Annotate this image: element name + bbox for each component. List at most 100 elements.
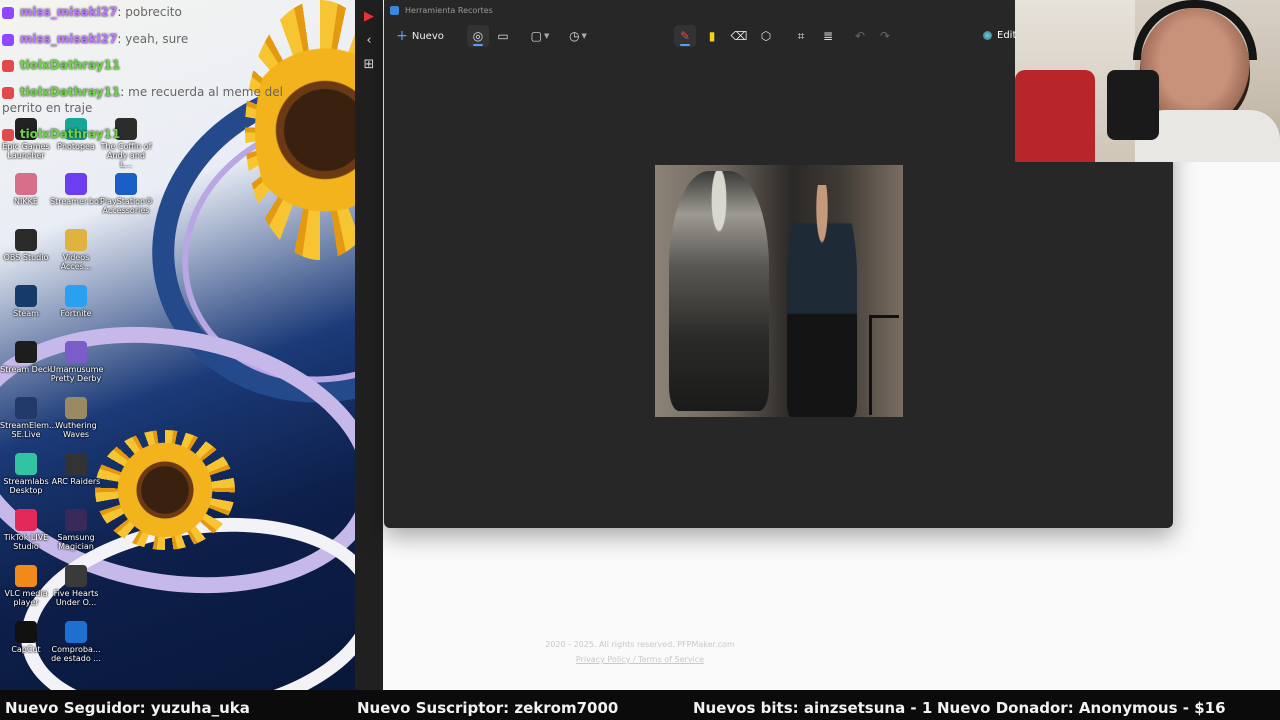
desktop-shortcut[interactable]: OBS Studio — [0, 229, 52, 262]
desktop-shortcut[interactable]: Streamlabs Desktop — [0, 453, 52, 495]
video-mode-icon[interactable]: ▭ — [492, 25, 514, 47]
new-snip-button[interactable]: + Nuevo — [394, 25, 446, 47]
desktop-shortcut[interactable]: TikTok LIVE Studio — [0, 509, 52, 551]
desktop-shortcut-label: OBS Studio — [3, 253, 49, 262]
desktop-shortcut[interactable]: Videos Acces... — [50, 229, 102, 271]
desktop-shortcut-label: Stream Deck — [0, 365, 52, 374]
highlighter-icon[interactable]: ▮ — [701, 25, 723, 47]
desktop-shortcut[interactable]: Fortnite — [50, 285, 102, 318]
desktop-shortcut[interactable]: Stream Deck — [0, 341, 52, 374]
chat-text: pobrecito — [125, 5, 182, 19]
chevron-down-icon: ▼ — [581, 32, 587, 40]
desktop-shortcut-label: Videos Acces... — [60, 253, 92, 271]
edit-button[interactable]: Edit — [983, 30, 1016, 41]
desktop-shortcut[interactable]: The Coffin of Andy and L... — [100, 118, 152, 169]
footer-copyright: 2020 - 2025. All rights reserved. PFPMak… — [545, 640, 735, 649]
screen: Epic Games Launcher Photopea The Coffin of… — [0, 0, 1280, 720]
chat-message: tiolxDathray11 — [2, 127, 120, 141]
desktop-shortcut-label: VLC media player — [4, 589, 48, 607]
playstation-icon — [115, 173, 137, 195]
timer-icon: ◷ — [569, 29, 580, 43]
badge-icon — [2, 86, 14, 99]
desktop-shortcut[interactable]: NIKKE — [0, 173, 52, 206]
desktop-shortcut-label: Comproba... de estado ... — [51, 645, 101, 663]
streamelements-icon — [15, 397, 37, 419]
shapes-icon[interactable]: ⬡ — [755, 25, 777, 47]
sunflower — [105, 440, 225, 540]
badge-icon — [2, 59, 14, 72]
desktop-shortcut-label: PlayStation® Accessories — [100, 197, 154, 215]
text-actions-icon[interactable]: ≣ — [817, 25, 839, 47]
desktop-shortcut[interactable]: Comproba... de estado ... — [50, 621, 102, 663]
desktop-shortcut-label: Photopea — [57, 142, 95, 151]
desktop-shortcut-label: Wuthering Waves — [55, 421, 97, 439]
chat-username: tiolxDathray11 — [19, 127, 121, 141]
desktop-shortcut[interactable]: Streamer.bot — [50, 173, 102, 206]
screenshot-mode-icon[interactable]: ◎ — [467, 25, 489, 47]
chat-message: miss_misaki27: yeah, sure — [2, 32, 188, 46]
desktop-shortcut[interactable]: Wuthering Waves — [50, 397, 102, 439]
youtube-icon[interactable]: ▶ — [359, 6, 379, 26]
window-title: Herramienta Recortes — [405, 5, 493, 15]
badge-icon — [2, 128, 14, 141]
snipping-tool-icon — [390, 5, 399, 15]
desktop-shortcut-label: Samsung Magician — [57, 533, 95, 551]
timer-dropdown[interactable]: ◷ ▼ — [564, 25, 592, 47]
desktop-shortcut[interactable]: ARC Raiders — [50, 453, 102, 486]
webcam-overlay — [1015, 0, 1280, 162]
desktop-shortcut[interactable]: PlayStation® Accessories — [100, 173, 154, 215]
captured-photo[interactable] — [655, 165, 903, 417]
nikke-icon — [15, 173, 37, 195]
desktop-shortcut-label: Five Hearts Under O... — [53, 589, 99, 607]
desktop-shortcut[interactable]: Steam — [0, 285, 52, 318]
plus-icon: + — [396, 28, 408, 44]
ticker-subscriber: Nuevo Suscriptor: zekrom7000 — [357, 699, 619, 717]
desktop-shortcut-label: ARC Raiders — [51, 477, 101, 486]
page-footer: 2020 - 2025. All rights reserved. PFPMak… — [355, 640, 925, 664]
chat-username: tiolxDathray11 — [19, 85, 121, 99]
obs-icon — [15, 229, 37, 251]
pen-icon[interactable]: ✎ — [674, 25, 696, 47]
ticker-donor: Nuevo Donador: Anonymous - $16 — [937, 699, 1226, 717]
redo-icon[interactable]: ↷ — [874, 25, 896, 47]
desktop-shortcut[interactable]: Samsung Magician — [50, 509, 102, 551]
desktop-shortcut-label: Epic Games Launcher — [2, 142, 50, 160]
desktop-shortcut-label: TikTok LIVE Studio — [3, 533, 49, 551]
eraser-icon[interactable]: ⌫ — [728, 25, 750, 47]
desktop-shortcut[interactable]: StreamElem... SE.Live — [0, 397, 57, 439]
chat-message: tiolxDathray11: me recuerda al meme del … — [2, 85, 283, 115]
footer-links[interactable]: Privacy Policy / Terms of Service — [355, 655, 925, 664]
chat-text: yeah, sure — [125, 32, 189, 46]
apps-grid-icon[interactable]: ⊞ — [359, 54, 379, 74]
edit-icon — [983, 31, 992, 40]
ticker-bits: Nuevos bits: ainzsetsuna - 1 — [693, 699, 933, 717]
vlc-icon — [15, 565, 37, 587]
desktop-shortcut-label: StreamElem... SE.Live — [0, 421, 57, 439]
streamdeck-icon — [15, 341, 37, 363]
undo-icon[interactable]: ↶ — [849, 25, 871, 47]
bot-icon — [65, 173, 87, 195]
microphone — [1107, 70, 1159, 140]
desktop-shortcut-label: The Coffin of Andy and L... — [100, 142, 152, 169]
chat-username: miss_misaki27 — [19, 5, 118, 19]
desktop-shortcut-label: NIKKE — [14, 197, 38, 206]
crop-icon[interactable]: ⌗ — [790, 25, 812, 47]
desktop-shortcut[interactable]: Five Hearts Under O... — [50, 565, 102, 607]
desktop-shortcut-label: Steam — [13, 309, 39, 318]
snipping-tool-titlebar: Herramienta Recortes — [384, 0, 1014, 20]
desktop-shortcut[interactable]: Umamusume Pretty Derby — [50, 341, 103, 383]
snip-shape-dropdown[interactable]: ▢ ▼ — [526, 25, 554, 47]
back-arrow-icon[interactable]: ‹ — [359, 30, 379, 50]
person-figure — [787, 185, 857, 417]
wuwa-icon — [65, 397, 87, 419]
ticker-follower: Nuevo Seguidor: yuzuha_uka — [5, 699, 250, 717]
desktop-shortcut-label: CapCut — [11, 645, 41, 654]
folder-icon — [65, 229, 87, 251]
health-icon — [65, 621, 87, 643]
desktop-shortcut[interactable]: VLC media player — [0, 565, 52, 607]
fortnite-icon — [65, 285, 87, 307]
arc-icon — [65, 453, 87, 475]
armor-statue — [669, 171, 769, 411]
desktop-shortcut[interactable]: CapCut — [0, 621, 52, 654]
headphones — [1133, 0, 1257, 60]
